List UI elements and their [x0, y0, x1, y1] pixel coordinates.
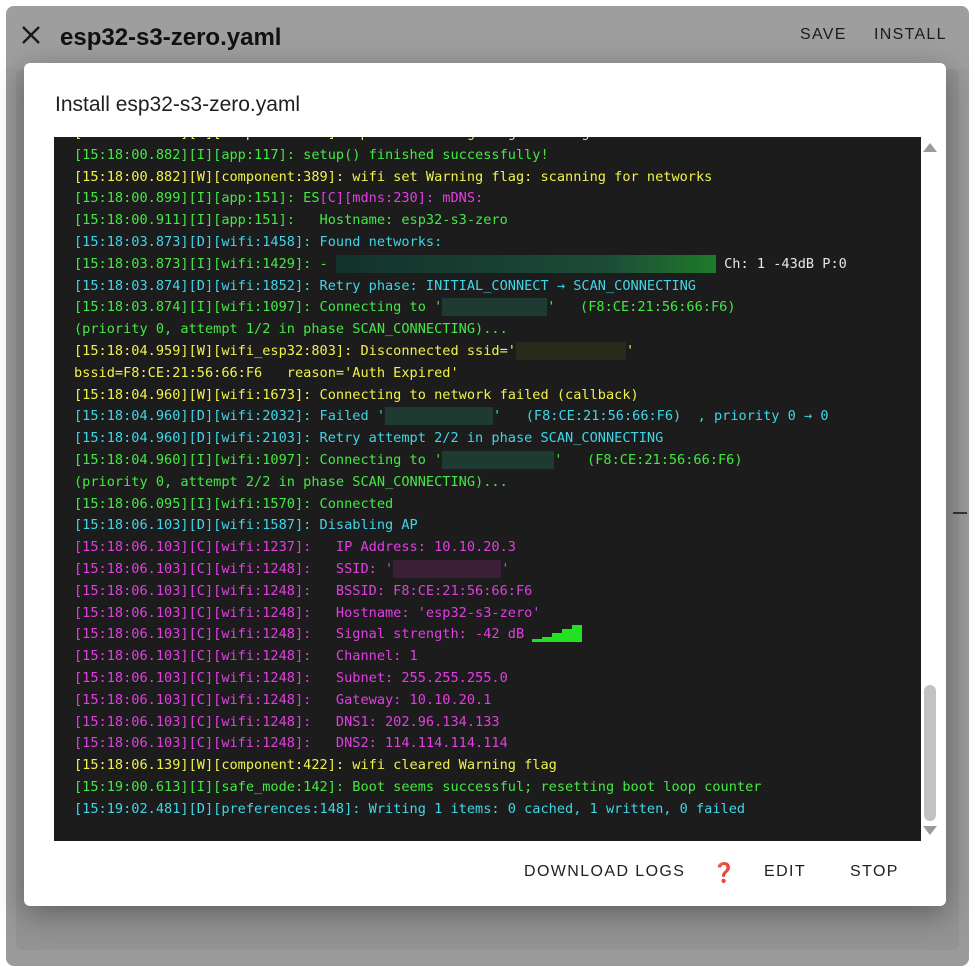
- log-text: [15:18:03.874][I][wifi:1097]: Connecting…: [74, 299, 443, 316]
- log-line: [15:18:00.882][W][component:389]: wifi s…: [74, 167, 919, 189]
- close-button[interactable]: [16, 20, 46, 50]
- log-text: [15:18:06.103][C][wifi:1248]: BSSID: F8:…: [74, 582, 533, 599]
- log-text: ': [501, 560, 510, 577]
- log-terminal[interactable]: [15:18:00.881][W][component:389]: api se…: [54, 137, 921, 841]
- log-text: [15:18:03.873][I][wifi:1429]: -: [74, 255, 336, 272]
- redacted-text: [393, 559, 502, 578]
- redacted-text: [442, 298, 548, 317]
- log-line: (priority 0, attempt 2/2 in phase SCAN_C…: [74, 472, 919, 494]
- app-header: esp32-s3-zero.yaml SAVE INSTALL: [6, 6, 969, 68]
- log-line: [15:18:06.103][C][wifi:1248]: Subnet: 25…: [74, 668, 919, 690]
- log-text: [15:18:06.103][C][wifi:1248]: Signal str…: [74, 626, 533, 643]
- dialog-title: Install esp32-s3-zero.yaml: [55, 93, 301, 116]
- log-line: [15:18:06.095][I][wifi:1570]: Connected: [74, 494, 919, 516]
- log-text: Ch: 1 -43dB P:0: [715, 255, 847, 272]
- log-text: [15:18:06.103][C][wifi:1248]: SSID: ': [74, 560, 394, 577]
- log-text: [15:18:06.095][I][wifi:1570]: Connected: [74, 495, 394, 512]
- log-line: [15:19:00.613][I][safe_mode:142]: Boot s…: [74, 777, 919, 799]
- log-text: [15:18:06.139][W][component:422]: wifi c…: [74, 757, 557, 774]
- log-line: [15:18:06.103][C][wifi:1248]: DNS1: 202.…: [74, 712, 919, 734]
- log-line: [15:18:04.960][D][wifi:2103]: Retry atte…: [74, 428, 919, 450]
- log-line: [15:18:06.103][C][wifi:1248]: Gateway: 1…: [74, 690, 919, 712]
- log-text: bssid=F8:CE:21:56:66:F6 reason='Auth Exp…: [74, 364, 459, 381]
- log-text: ' (F8:CE:21:56:66:F6): [554, 451, 743, 468]
- log-line: [15:18:03.873][I][wifi:1429]: - Ch: 1 -4…: [74, 254, 919, 276]
- download-logs-button[interactable]: DOWNLOAD LOGS: [524, 863, 685, 881]
- stop-button[interactable]: STOP: [850, 863, 899, 881]
- log-line: [15:19:02.481][D][preferences:148]: Writ…: [74, 799, 919, 821]
- log-text: [15:19:00.613][I][safe_mode:142]: Boot s…: [74, 778, 762, 795]
- help-icon[interactable]: ❓: [712, 861, 737, 885]
- log-text: [15:18:06.103][D][wifi:1587]: Disabling …: [74, 517, 418, 534]
- log-line: bssid=F8:CE:21:56:66:F6 reason='Auth Exp…: [74, 363, 919, 385]
- log-text: [15:18:00.881][W][component:389]: api se…: [74, 137, 770, 141]
- log-text: [15:18:06.103][C][wifi:1248]: DNS1: 202.…: [74, 713, 500, 730]
- log-text: [15:18:04.960][W][wifi:1673]: Connecting…: [74, 386, 639, 403]
- log-text: ' (F8:CE:21:56:66:F6): [547, 299, 736, 316]
- log-text: ': [625, 342, 635, 359]
- log-line: [15:18:06.103][D][wifi:1587]: Disabling …: [74, 515, 919, 537]
- log-line: [15:18:06.103][C][wifi:1248]: BSSID: F8:…: [74, 581, 919, 603]
- log-text: [15:18:04.960][D][wifi:2103]: Retry atte…: [74, 430, 664, 447]
- log-text: [15:18:00.882][W][component:389]: wifi s…: [74, 168, 713, 185]
- redacted-text: [335, 254, 716, 273]
- save-button[interactable]: SAVE: [800, 26, 847, 44]
- redacted-text: [515, 341, 626, 360]
- install-button[interactable]: INSTALL: [874, 26, 947, 44]
- log-text: [15:18:00.882][I][app:117]: setup() fini…: [74, 146, 549, 163]
- log-text: ' (F8:CE:21:56:66:F6) , priority 0 → 0: [493, 408, 829, 425]
- log-text: [15:19:02.481][D][preferences:148]: Writ…: [74, 800, 746, 817]
- log-line: [15:18:00.899][I][app:151]: ES[C][mdns:2…: [74, 188, 919, 210]
- log-text: [15:18:06.103][C][wifi:1248]: Hostname: …: [74, 604, 541, 621]
- log-line: [15:18:06.103][C][wifi:1248]: DNS2: 114.…: [74, 733, 919, 755]
- log-text: [15:18:06.103][C][wifi:1248]: DNS2: 114.…: [74, 735, 508, 752]
- log-text: [15:18:06.103][C][wifi:1248]: Gateway: 1…: [74, 691, 492, 708]
- log-line: (priority 0, attempt 1/2 in phase SCAN_C…: [74, 319, 919, 341]
- scroll-thumb[interactable]: [924, 685, 936, 821]
- close-icon: [22, 26, 40, 44]
- log-scrollbar[interactable]: [921, 137, 939, 841]
- log-line: [15:18:06.103][C][wifi:1248]: Signal str…: [74, 624, 919, 646]
- log-line: [15:18:03.874][D][wifi:1852]: Retry phas…: [74, 276, 919, 298]
- log-text: [15:18:06.103][C][wifi:1237]: IP Address…: [74, 539, 516, 556]
- log-text: [15:18:00.899][I][app:151]: ES: [74, 190, 320, 207]
- log-line: [15:18:04.960][D][wifi:2032]: Failed ' ' …: [74, 406, 919, 428]
- log-text: [15:18:04.959][W][wifi_esp32:803]: Disco…: [74, 342, 516, 359]
- log-line: [15:18:06.103][C][wifi:1248]: SSID: ' ': [74, 559, 919, 581]
- scroll-up-arrow-icon[interactable]: [923, 143, 937, 152]
- log-line: [15:18:03.874][I][wifi:1097]: Connecting…: [74, 297, 919, 319]
- log-text: [15:18:00.911][I][app:151]: Hostname: es…: [74, 212, 508, 229]
- log-text: [15:18:03.874][D][wifi:1852]: Retry phas…: [74, 277, 696, 294]
- log-line: [15:18:04.960][I][wifi:1097]: Connecting…: [74, 450, 919, 472]
- log-line: [15:18:06.103][C][wifi:1237]: IP Address…: [74, 537, 919, 559]
- divider: [953, 512, 967, 514]
- edit-button[interactable]: EDIT: [764, 863, 806, 881]
- log-line: [15:18:00.911][I][app:151]: Hostname: es…: [74, 210, 919, 232]
- log-line: [15:18:06.103][C][wifi:1248]: Channel: 1: [74, 646, 919, 668]
- log-line: [15:18:00.882][I][app:117]: setup() fini…: [74, 145, 919, 167]
- log-line: [15:18:04.960][W][wifi:1673]: Connecting…: [74, 385, 919, 407]
- log-text: (priority 0, attempt 2/2 in phase SCAN_C…: [74, 473, 508, 490]
- redacted-text: [385, 407, 493, 426]
- redacted-text: [442, 450, 555, 469]
- log-line: [15:18:06.103][C][wifi:1248]: Hostname: …: [74, 603, 919, 625]
- log-line: [15:18:03.873][D][wifi:1458]: Found netw…: [74, 232, 919, 254]
- signal-strength-icon: [532, 625, 583, 643]
- page-title: esp32-s3-zero.yaml: [60, 24, 282, 51]
- log-text: [C][mdns:230]: mDNS:: [319, 190, 484, 207]
- install-dialog: Install esp32-s3-zero.yaml [15:18:00.881…: [24, 63, 946, 906]
- log-text: (priority 0, attempt 1/2 in phase SCAN_C…: [74, 321, 508, 338]
- log-text: [15:18:04.960][I][wifi:1097]: Connecting…: [74, 451, 443, 468]
- log-text: [15:18:06.103][C][wifi:1248]: Channel: 1: [74, 648, 418, 665]
- log-text: [15:18:06.103][C][wifi:1248]: Subnet: 25…: [74, 669, 508, 686]
- log-line: [15:18:04.959][W][wifi_esp32:803]: Disco…: [74, 341, 919, 363]
- log-line: [15:18:06.139][W][component:422]: wifi c…: [74, 755, 919, 777]
- log-output: [15:18:00.881][W][component:389]: api se…: [74, 137, 919, 821]
- log-line: [15:18:00.881][W][component:389]: api se…: [74, 137, 919, 145]
- scroll-down-arrow-icon[interactable]: [923, 826, 937, 835]
- log-text: [15:18:04.960][D][wifi:2032]: Failed ': [74, 408, 385, 425]
- log-text: [15:18:03.873][D][wifi:1458]: Found netw…: [74, 233, 443, 250]
